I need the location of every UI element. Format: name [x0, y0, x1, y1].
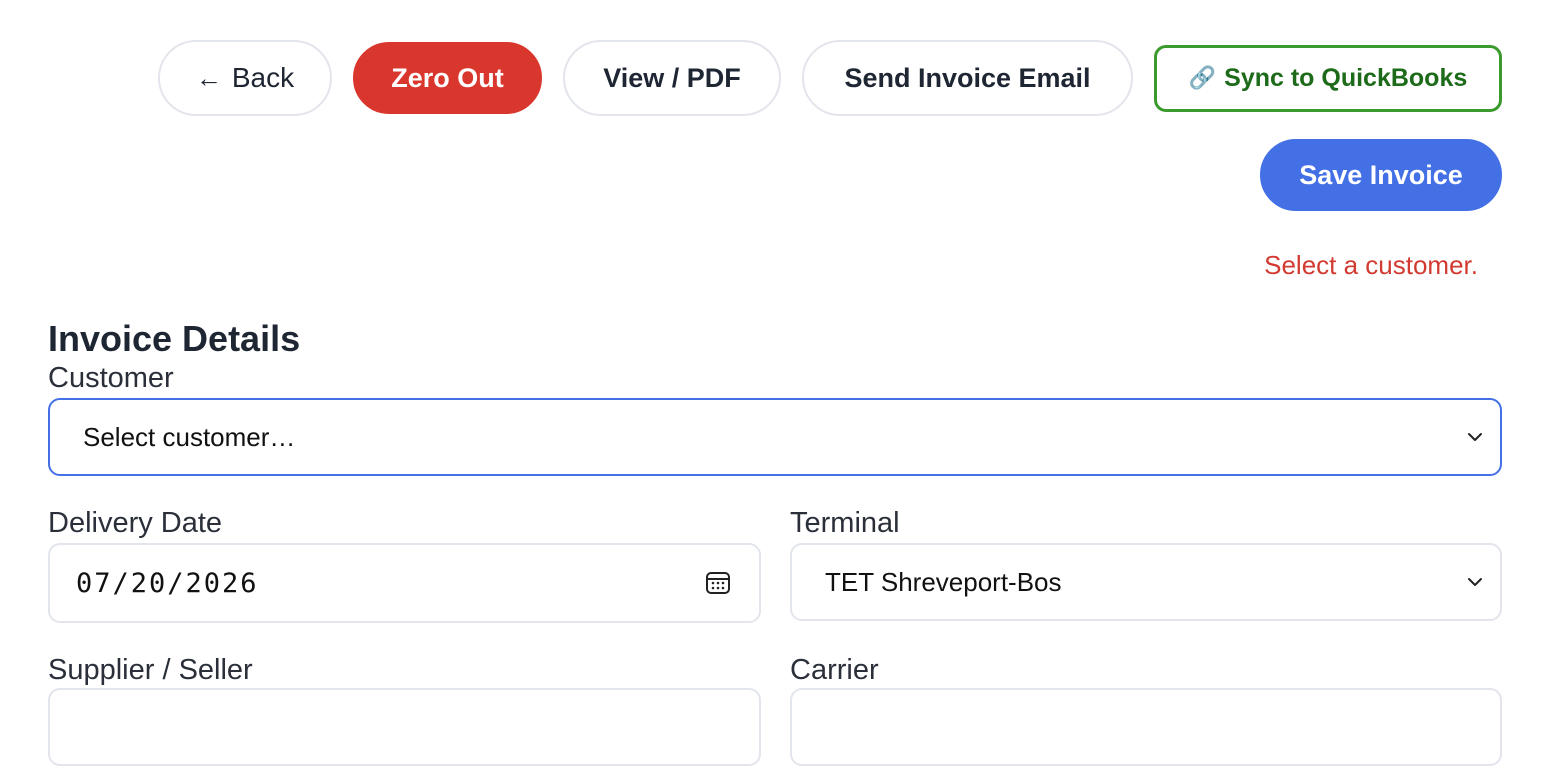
delivery-date-value: 07/20/2026	[76, 567, 259, 599]
chevron-down-icon	[1468, 578, 1482, 586]
delivery-date-input[interactable]: 07/20/2026	[48, 543, 761, 623]
terminal-select-value: TET Shreveport-Bos	[825, 566, 1062, 597]
back-label: Back	[231, 62, 295, 93]
customer-select-value: Select customer…	[83, 421, 296, 452]
view-pdf-button[interactable]: View / PDF	[563, 40, 781, 116]
terminal-select[interactable]: TET Shreveport-Bos	[790, 543, 1502, 621]
invoice-toolbar: ← Back Zero Out View / PDF Send Invoice …	[158, 40, 1502, 116]
sync-quickbooks-button[interactable]: 🔗 Sync to QuickBooks	[1154, 44, 1502, 112]
sync-label: Sync to QuickBooks	[1224, 63, 1468, 92]
carrier-label: Carrier	[790, 654, 879, 686]
calendar-icon[interactable]	[705, 570, 731, 596]
back-button[interactable]: ← Back	[158, 40, 332, 116]
chevron-down-icon	[1468, 433, 1482, 441]
arrow-left-icon: ←	[195, 62, 222, 93]
save-invoice-button[interactable]: Save Invoice	[1260, 139, 1502, 211]
delivery-date-label: Delivery Date	[48, 507, 223, 539]
link-icon: 🔗	[1188, 65, 1217, 90]
customer-label: Customer	[48, 362, 174, 394]
supplier-select[interactable]	[48, 688, 761, 766]
zero-out-button[interactable]: Zero Out	[353, 42, 542, 114]
section-title: Invoice Details	[48, 318, 301, 359]
send-invoice-email-button[interactable]: Send Invoice Email	[802, 40, 1133, 116]
customer-select[interactable]: Select customer…	[48, 398, 1502, 476]
carrier-select[interactable]	[790, 688, 1502, 766]
validation-error: Select a customer.	[1264, 250, 1478, 280]
supplier-label: Supplier / Seller	[48, 654, 253, 686]
terminal-label: Terminal	[790, 507, 900, 539]
